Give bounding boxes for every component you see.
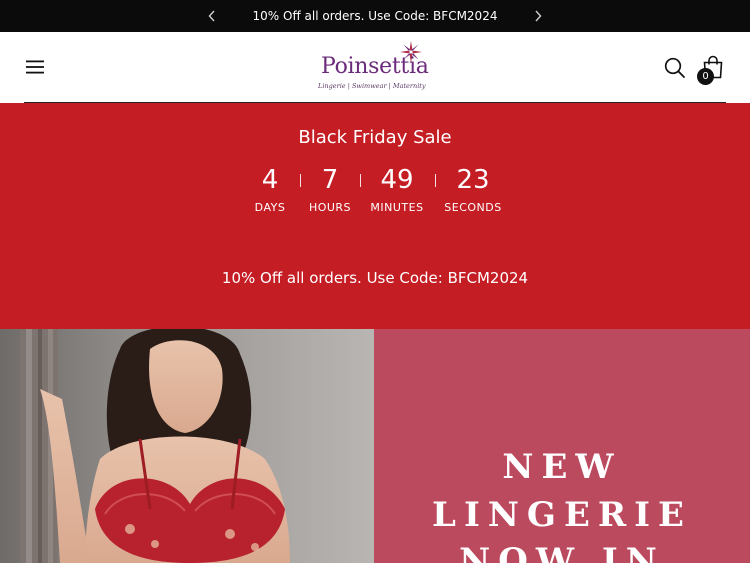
countdown-hours-value: 7	[321, 165, 339, 195]
countdown-days-label: DAYS	[254, 201, 286, 214]
hamburger-menu-icon	[26, 60, 44, 74]
announcement-next-button[interactable]	[526, 0, 550, 32]
hero-heading-line-1: NEW	[502, 447, 622, 487]
menu-button[interactable]	[22, 54, 48, 80]
hero-image[interactable]	[0, 329, 374, 563]
countdown-minutes-label: MINUTES	[370, 201, 424, 214]
countdown-separator	[435, 174, 436, 187]
countdown-separator	[360, 174, 361, 187]
countdown-days-value: 4	[261, 165, 279, 195]
logo-brand-text: Poinsettia	[321, 54, 429, 79]
countdown-seconds-value: 23	[456, 165, 490, 195]
countdown-seconds: 23 SECONDS	[438, 163, 508, 214]
black-friday-countdown: Black Friday Sale 4 DAYS 7 HOURS 49 MINU…	[0, 103, 750, 329]
countdown-hours-label: HOURS	[308, 201, 352, 214]
search-button[interactable]	[663, 56, 687, 80]
site-logo[interactable]: Poinsettia Lingerie | Swimwear | Materni…	[308, 40, 442, 96]
chevron-left-icon	[208, 10, 215, 22]
announcement-text[interactable]: 10% Off all orders. Use Code: BFCM2024	[253, 9, 498, 23]
search-icon	[664, 57, 685, 78]
cart-count-badge: 0	[697, 68, 714, 85]
discount-code-text: 10% Off all orders. Use Code: BFCM2024	[221, 269, 529, 287]
announcement-prev-button[interactable]	[200, 0, 224, 32]
logo-tagline: Lingerie | Swimwear | Maternity	[318, 82, 426, 90]
hero-text-panel[interactable]: NEW LINGERIE NOW IN	[374, 329, 750, 563]
site-header: Poinsettia Lingerie | Swimwear | Materni…	[0, 32, 750, 103]
hero-heading-line-3: NOW IN	[459, 541, 665, 563]
countdown-minutes-value: 49	[380, 165, 414, 195]
countdown-hours: 7 HOURS	[303, 163, 357, 214]
chevron-right-icon	[535, 10, 542, 22]
countdown-title: Black Friday Sale	[298, 127, 452, 148]
countdown-days: 4 DAYS	[244, 163, 296, 214]
announcement-bar: 10% Off all orders. Use Code: BFCM2024	[0, 0, 750, 32]
hero-photo-illustration	[0, 329, 374, 563]
countdown-seconds-label: SECONDS	[444, 201, 502, 214]
countdown-separator	[300, 174, 301, 187]
countdown-minutes: 49 MINUTES	[363, 163, 431, 214]
hero-heading-line-2: LINGERIE	[432, 495, 692, 535]
